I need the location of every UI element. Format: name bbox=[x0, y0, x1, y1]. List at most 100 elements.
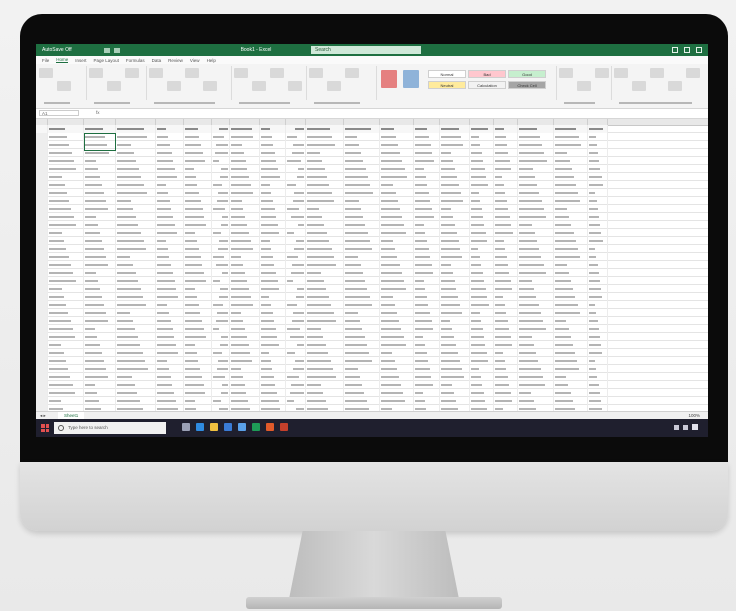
table-cell[interactable] bbox=[84, 341, 116, 349]
table-cell[interactable] bbox=[116, 277, 156, 285]
table-cell[interactable] bbox=[260, 285, 286, 293]
table-cell[interactable] bbox=[156, 189, 184, 197]
table-cell[interactable] bbox=[84, 125, 116, 133]
table-cell[interactable] bbox=[470, 285, 494, 293]
table-cell[interactable] bbox=[184, 149, 212, 157]
table-cell[interactable] bbox=[588, 381, 608, 389]
table-cell[interactable] bbox=[470, 237, 494, 245]
table-cell[interactable] bbox=[470, 381, 494, 389]
table-cell[interactable] bbox=[440, 133, 470, 141]
row-header[interactable] bbox=[36, 309, 48, 317]
table-cell[interactable] bbox=[380, 285, 414, 293]
table-cell[interactable] bbox=[440, 237, 470, 245]
table-cell[interactable] bbox=[588, 213, 608, 221]
table-cell[interactable] bbox=[440, 365, 470, 373]
table-cell[interactable] bbox=[306, 349, 344, 357]
ribbon-command-button[interactable] bbox=[577, 81, 591, 91]
maximize-icon[interactable] bbox=[684, 47, 690, 53]
autosave-toggle[interactable]: AutoSave Off bbox=[42, 47, 100, 53]
table-cell[interactable] bbox=[306, 317, 344, 325]
table-cell[interactable] bbox=[156, 197, 184, 205]
table-cell[interactable] bbox=[554, 333, 588, 341]
table-cell[interactable] bbox=[184, 261, 212, 269]
ribbon-command-button[interactable] bbox=[686, 68, 700, 78]
table-cell[interactable] bbox=[48, 205, 84, 213]
table-cell[interactable] bbox=[260, 157, 286, 165]
table-cell[interactable] bbox=[116, 197, 156, 205]
table-cell[interactable] bbox=[470, 293, 494, 301]
spreadsheet-grid[interactable] bbox=[36, 119, 708, 411]
table-cell[interactable] bbox=[344, 349, 380, 357]
table-cell[interactable] bbox=[184, 157, 212, 165]
table-cell[interactable] bbox=[306, 229, 344, 237]
table-cell[interactable] bbox=[554, 293, 588, 301]
table-cell[interactable] bbox=[494, 285, 518, 293]
table-cell[interactable] bbox=[518, 173, 554, 181]
table-cell[interactable] bbox=[588, 309, 608, 317]
table-cell[interactable] bbox=[414, 389, 440, 397]
table-cell[interactable] bbox=[380, 277, 414, 285]
table-row[interactable] bbox=[36, 229, 708, 237]
ribbon-command-button[interactable] bbox=[57, 81, 71, 91]
file-explorer-icon[interactable] bbox=[210, 423, 218, 431]
table-cell[interactable] bbox=[494, 341, 518, 349]
table-cell[interactable] bbox=[260, 237, 286, 245]
row-header[interactable] bbox=[36, 181, 48, 189]
table-cell[interactable] bbox=[184, 181, 212, 189]
table-cell[interactable] bbox=[156, 173, 184, 181]
table-cell[interactable] bbox=[306, 309, 344, 317]
table-cell[interactable] bbox=[588, 269, 608, 277]
table-cell[interactable] bbox=[380, 349, 414, 357]
table-cell[interactable] bbox=[48, 189, 84, 197]
table-cell[interactable] bbox=[588, 293, 608, 301]
table-cell[interactable] bbox=[518, 205, 554, 213]
table-cell[interactable] bbox=[380, 309, 414, 317]
table-cell[interactable] bbox=[494, 173, 518, 181]
table-cell[interactable] bbox=[344, 293, 380, 301]
table-cell[interactable] bbox=[554, 349, 588, 357]
table-cell[interactable] bbox=[156, 349, 184, 357]
table-cell[interactable] bbox=[380, 221, 414, 229]
table-cell[interactable] bbox=[470, 341, 494, 349]
table-cell[interactable] bbox=[212, 213, 230, 221]
row-header[interactable] bbox=[36, 277, 48, 285]
table-cell[interactable] bbox=[470, 157, 494, 165]
table-cell[interactable] bbox=[440, 293, 470, 301]
mail-icon[interactable] bbox=[238, 423, 246, 431]
table-cell[interactable] bbox=[116, 237, 156, 245]
table-cell[interactable] bbox=[184, 309, 212, 317]
table-cell[interactable] bbox=[344, 213, 380, 221]
table-cell[interactable] bbox=[230, 301, 260, 309]
table-cell[interactable] bbox=[286, 189, 306, 197]
table-cell[interactable] bbox=[588, 341, 608, 349]
table-cell[interactable] bbox=[212, 125, 230, 133]
table-row[interactable] bbox=[36, 141, 708, 149]
table-cell[interactable] bbox=[84, 269, 116, 277]
cell-style-swatch[interactable]: Good bbox=[508, 70, 546, 78]
table-cell[interactable] bbox=[184, 133, 212, 141]
table-cell[interactable] bbox=[588, 333, 608, 341]
table-cell[interactable] bbox=[440, 301, 470, 309]
table-cell[interactable] bbox=[306, 149, 344, 157]
table-cell[interactable] bbox=[48, 341, 84, 349]
table-cell[interactable] bbox=[84, 133, 116, 141]
table-cell[interactable] bbox=[494, 125, 518, 133]
table-cell[interactable] bbox=[230, 333, 260, 341]
table-cell[interactable] bbox=[554, 397, 588, 405]
table-cell[interactable] bbox=[470, 149, 494, 157]
table-cell[interactable] bbox=[184, 125, 212, 133]
table-cell[interactable] bbox=[184, 229, 212, 237]
table-cell[interactable] bbox=[286, 317, 306, 325]
table-cell[interactable] bbox=[212, 317, 230, 325]
table-cell[interactable] bbox=[260, 189, 286, 197]
table-cell[interactable] bbox=[230, 293, 260, 301]
table-cell[interactable] bbox=[306, 197, 344, 205]
table-cell[interactable] bbox=[230, 269, 260, 277]
table-cell[interactable] bbox=[260, 381, 286, 389]
table-cell[interactable] bbox=[588, 365, 608, 373]
table-cell[interactable] bbox=[344, 261, 380, 269]
table-cell[interactable] bbox=[414, 301, 440, 309]
table-row[interactable] bbox=[36, 357, 708, 365]
table-cell[interactable] bbox=[380, 125, 414, 133]
table-cell[interactable] bbox=[470, 205, 494, 213]
